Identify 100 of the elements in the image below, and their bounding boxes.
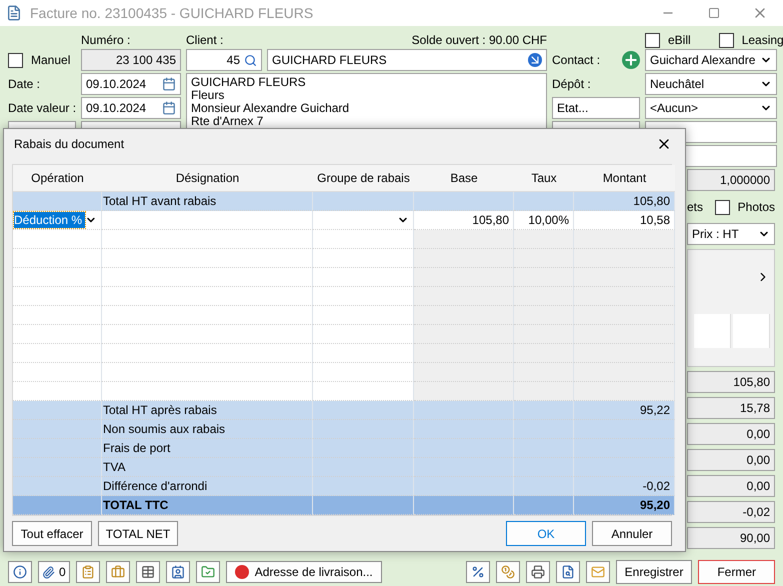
table-cell [514, 325, 574, 344]
grid-cell [694, 314, 731, 348]
printer-icon [530, 565, 545, 579]
column-header[interactable]: Taux [514, 165, 574, 192]
contact-button[interactable] [166, 561, 190, 583]
table-cell: Total HT avant rabais [102, 192, 313, 211]
price-dropdown[interactable]: Prix : HT [687, 223, 775, 245]
checkbox[interactable] [718, 32, 734, 48]
balance-text: Solde ouvert : 90.00 CHF [412, 33, 547, 47]
field-label: Date valeur : [8, 101, 76, 115]
state-button[interactable]: Etat... [552, 97, 640, 119]
info-button[interactable] [8, 561, 32, 583]
envelope-icon [590, 565, 605, 579]
dialog-button[interactable]: Tout effacer [12, 521, 92, 546]
option-label: ets [687, 200, 704, 214]
checkbox-label: Manuel [31, 53, 70, 67]
delivery-address-button[interactable]: Adresse de livraison... [226, 561, 382, 583]
column-header[interactable]: Opération [13, 165, 102, 192]
paperclip-icon [42, 566, 55, 578]
table-cell [514, 439, 574, 458]
total-field: 15,78 [687, 397, 775, 419]
contact-card-icon [170, 565, 185, 579]
percent-button[interactable] [466, 561, 490, 583]
checkbox-label: Leasing [742, 33, 783, 47]
save-button[interactable]: Enregistrer [616, 560, 692, 584]
ok-button[interactable]: OK [506, 521, 586, 546]
cancel-button[interactable]: Annuler [592, 521, 672, 546]
mail-button[interactable] [586, 561, 610, 583]
document-icon [6, 5, 22, 21]
table-cell: -0,02 [574, 477, 675, 496]
date-field[interactable]: 09.10.2024 [81, 97, 181, 119]
column-header[interactable]: Montant [574, 165, 675, 192]
table-cell: 10,00% [514, 211, 574, 230]
table-icon [140, 565, 155, 579]
total-field: 0,00 [687, 449, 775, 471]
field-label: Date : [8, 77, 42, 91]
table-cell: 95,20 [574, 496, 675, 515]
percent-icon [470, 565, 485, 579]
briefcase-button[interactable] [106, 561, 130, 583]
table-cell [514, 230, 574, 249]
preview-button[interactable] [556, 561, 580, 583]
window-title: Facture no. 23100435 - GUICHARD FLEURS [30, 5, 314, 21]
search-icon[interactable] [244, 54, 257, 66]
table-cell [514, 344, 574, 363]
total-field: 0,00 [687, 475, 775, 497]
info-icon [13, 565, 27, 579]
maximize-icon[interactable] [708, 7, 720, 19]
close-window-button[interactable]: Fermer [698, 560, 775, 584]
table-cell: 95,22 [574, 401, 675, 420]
table-cell[interactable]: Déduction % [13, 211, 102, 230]
client-number-field[interactable]: 45 [186, 49, 262, 71]
date-field[interactable]: 09.10.2024 [81, 73, 181, 95]
dot-icon [234, 565, 249, 579]
contact-dropdown[interactable]: Guichard Alexandre [645, 49, 777, 71]
total-field: 0,00 [687, 423, 775, 445]
folder-check-icon [200, 565, 215, 579]
table-cell [514, 477, 574, 496]
column-header[interactable]: Groupe de rabais [313, 165, 414, 192]
total-field: 90,00 [687, 527, 775, 549]
table-cell: Non soumis aux rabais [102, 420, 313, 439]
state-dropdown[interactable]: <Aucun> [645, 97, 777, 119]
table-cell: 105,80 [414, 211, 514, 230]
field-label: Dépôt : [552, 77, 592, 91]
checkbox[interactable] [714, 200, 730, 214]
client-name-field[interactable]: GUICHARD FLEURS [267, 49, 547, 71]
table-cell: Différence d'arrondi [102, 477, 313, 496]
field-label: Contact : [552, 53, 600, 67]
total-field: -0,02 [687, 501, 775, 523]
field-label: Numéro : [81, 33, 132, 47]
coins-button[interactable] [496, 561, 520, 583]
dialog-button[interactable]: TOTAL NET [98, 521, 178, 546]
attachment-button[interactable]: 0 [38, 561, 70, 583]
field-label: Client : [186, 33, 224, 47]
column-header[interactable]: Base [414, 165, 514, 192]
clipboard-button[interactable] [76, 561, 100, 583]
folder-check-button[interactable] [196, 561, 220, 583]
column-header[interactable]: Désignation [102, 165, 313, 192]
table-cell: Frais de port [102, 439, 313, 458]
number-field[interactable]: 23 100 435 [81, 49, 181, 71]
table-cell: 10,58 [574, 211, 675, 230]
table-cell [514, 268, 574, 287]
table-cell [514, 192, 574, 211]
table-button[interactable] [136, 561, 160, 583]
table-cell: TOTAL TTC [102, 496, 313, 515]
rate-field[interactable]: 1,000000 [687, 169, 775, 191]
table-cell: 105,80 [574, 192, 675, 211]
calendar-icon[interactable] [162, 101, 176, 115]
table-cell [514, 496, 574, 515]
checkbox[interactable] [8, 52, 23, 68]
print-button[interactable] [526, 561, 550, 583]
clipboard-icon [80, 565, 95, 579]
table-cell [514, 401, 574, 420]
checkbox-label: Photos [738, 200, 775, 214]
add-icon[interactable] [622, 51, 640, 69]
table-cell[interactable] [313, 211, 414, 230]
checkbox[interactable] [645, 32, 660, 48]
calendar-icon[interactable] [162, 77, 176, 91]
preview-icon [560, 565, 575, 579]
depot-dropdown[interactable]: Neuchâtel [645, 73, 777, 95]
total-field: 105,80 [687, 371, 775, 393]
